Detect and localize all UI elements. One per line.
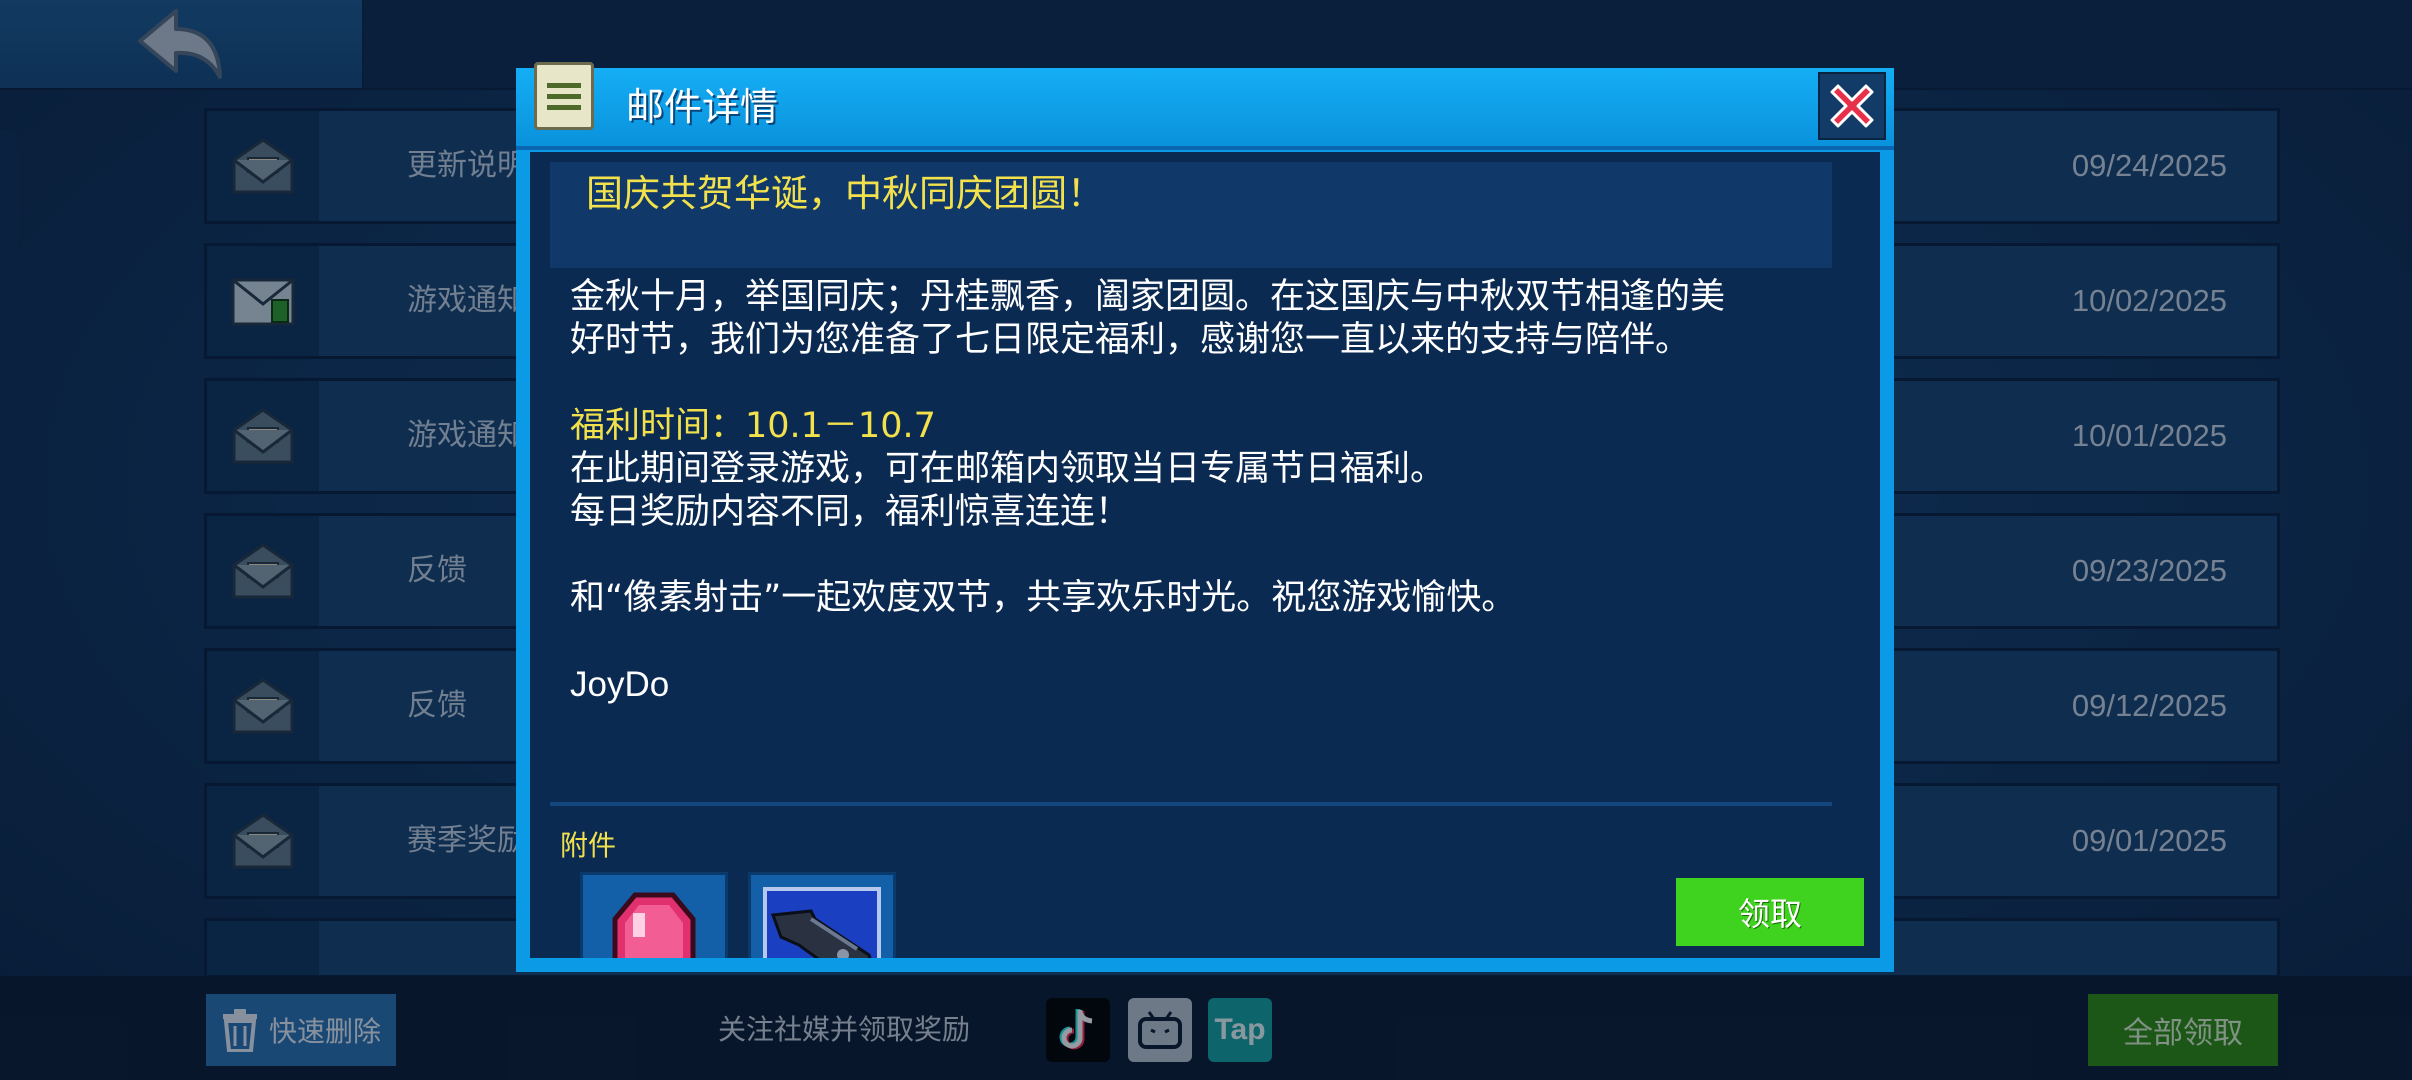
mail-detail-dialog: 邮件详情 国庆共贺华诞，中秋同庆团圆！ 金秋十月，举国同庆；丹桂飘香，阖家团圆。… (516, 62, 1894, 972)
benefit-time: 福利时间：10.1－10.7 (570, 406, 936, 446)
attachments-label: 附件 (560, 829, 617, 862)
dialog-header: 邮件详情 (516, 62, 1894, 150)
attachment-slot[interactable]: 50 (580, 872, 728, 958)
rifle-weapon-icon (763, 887, 881, 958)
mail-content: 金秋十月，举国同庆；丹桂飘香，阖家团圆。在这国庆与中秋双节相逢的美 好时节，我们… (570, 276, 1830, 706)
body-line: 金秋十月，举国同庆；丹桂飘香，阖家团圆。在这国庆与中秋双节相逢的美 (570, 277, 1726, 317)
claim-label: 领取 (1737, 895, 1802, 933)
dialog-body: 国庆共贺华诞，中秋同庆团圆！ 金秋十月，举国同庆；丹桂飘香，阖家团圆。在这国庆与… (530, 152, 1880, 958)
divider (550, 802, 1832, 806)
body-line: 和“像素射击”一起欢度双节，共享欢乐时光。祝您游戏愉快。 (570, 578, 1517, 618)
close-button[interactable] (1818, 72, 1886, 140)
dialog-title: 邮件详情 (626, 85, 779, 129)
document-icon (534, 62, 594, 130)
body-line: 在此期间登录游戏，可在邮箱内领取当日专属节日福利。 (570, 449, 1446, 489)
body-line: 每日奖励内容不同，福利惊喜连连！ (570, 492, 1131, 532)
mail-subject: 国庆共贺华诞，中秋同庆团圆！ (586, 172, 1104, 215)
attachment-slot[interactable]: 1 (748, 872, 896, 958)
claim-button[interactable]: 领取 (1676, 878, 1864, 946)
subject-bar: 国庆共贺华诞，中秋同庆团圆！ (550, 162, 1832, 268)
pink-gem-icon (612, 892, 696, 958)
body-line: 好时节，我们为您准备了七日限定福利，感谢您一直以来的支持与陪伴。 (570, 320, 1691, 360)
close-icon (1830, 84, 1874, 128)
signature: JoyDo (570, 665, 670, 704)
